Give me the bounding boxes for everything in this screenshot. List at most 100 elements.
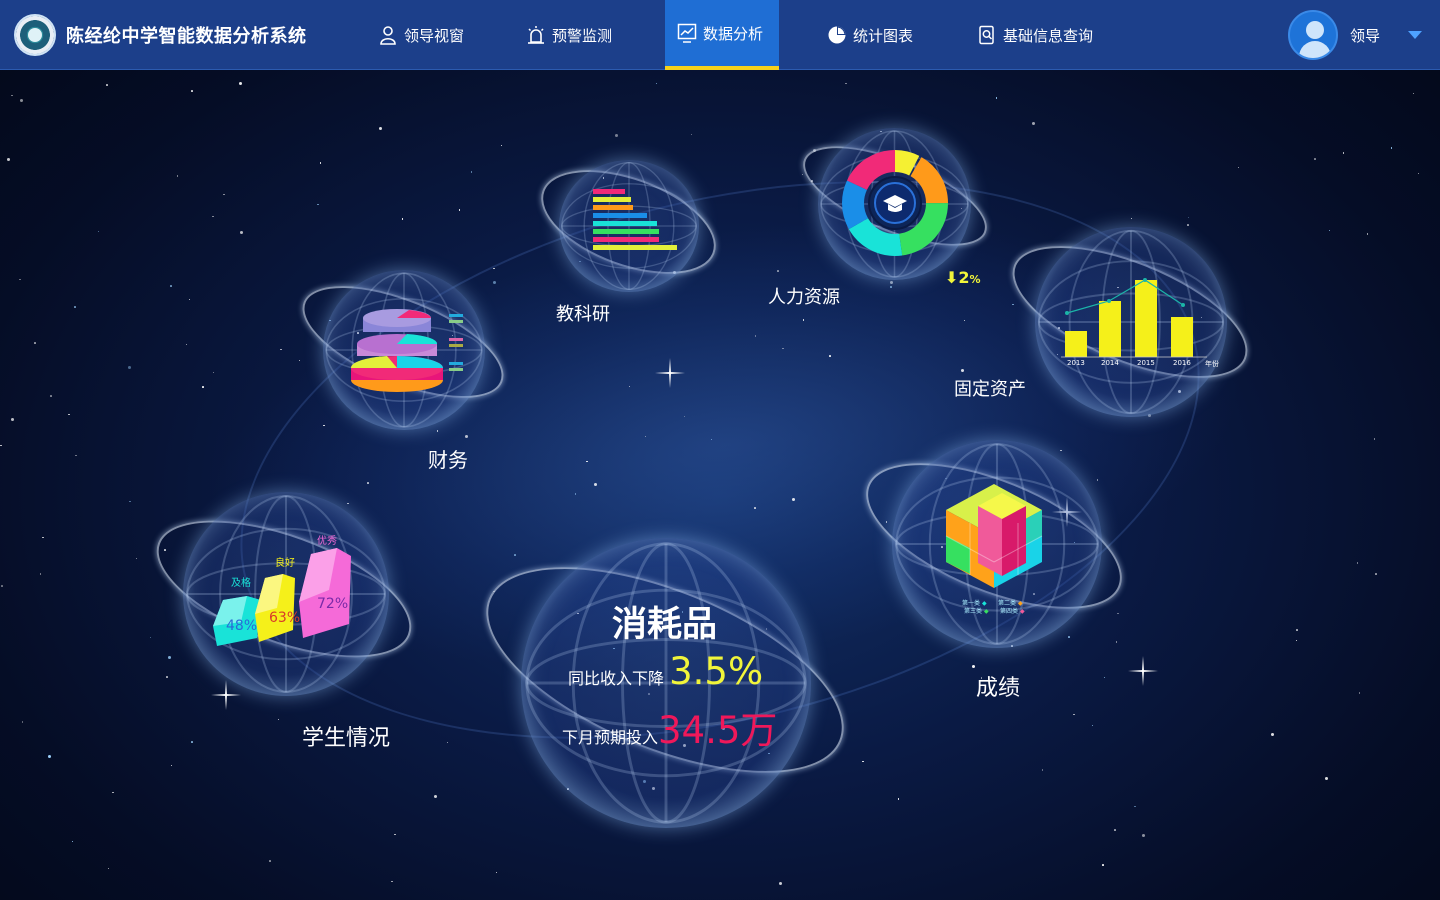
star — [1096, 479, 1099, 481]
nav-label: 领导视窗 — [404, 26, 465, 45]
star — [754, 335, 757, 337]
user-name: 领导 — [1350, 26, 1381, 45]
star — [845, 82, 847, 85]
star — [394, 833, 396, 836]
nav-leader-view[interactable]: 领导视窗 — [366, 0, 476, 70]
star — [239, 230, 243, 234]
asset-year-label: 2013 — [1067, 359, 1085, 367]
star — [1073, 713, 1075, 716]
finance-sphere[interactable] — [323, 270, 485, 430]
sparkle — [655, 358, 685, 388]
star — [1271, 733, 1275, 737]
star — [1134, 805, 1136, 808]
star — [48, 754, 52, 758]
analysis-icon — [677, 23, 697, 43]
star — [492, 280, 496, 284]
star — [323, 424, 325, 427]
star — [7, 157, 11, 161]
arrow-down-icon: ⬇ — [945, 268, 959, 287]
nav-label: 预警监测 — [552, 26, 613, 45]
tier-value: 72% — [317, 596, 349, 612]
tier-name: 及格 — [231, 578, 251, 589]
alarm-icon — [526, 25, 546, 45]
star — [212, 371, 215, 374]
consumables-next-month: 下月预期投入34.5万 — [562, 709, 778, 752]
star — [191, 90, 193, 92]
star — [897, 798, 900, 800]
sparkle — [211, 680, 241, 710]
star — [1114, 829, 1116, 831]
hr-label: 人力资源 — [768, 287, 840, 308]
star — [71, 840, 74, 843]
star — [176, 175, 179, 177]
user-menu[interactable]: 领导 — [1288, 10, 1423, 60]
hr-sphere[interactable] — [818, 128, 971, 280]
research-label: 教科研 — [556, 304, 610, 325]
star — [378, 126, 382, 130]
star — [1041, 769, 1044, 771]
star — [434, 795, 438, 799]
hr-change-indicator: ⬇2% — [945, 268, 981, 287]
star — [149, 636, 152, 639]
nav-warning-monitor[interactable]: 预警监测 — [514, 0, 624, 70]
tier-name: 优秀 — [317, 536, 337, 547]
chevron-down-icon[interactable] — [1408, 31, 1423, 39]
star — [129, 500, 131, 503]
nav-data-analysis[interactable]: 数据分析 — [665, 0, 779, 70]
asset-year-label: 2014 — [1101, 359, 1119, 367]
document-search-icon — [977, 25, 997, 45]
hr-donut-chart — [842, 150, 948, 256]
star — [754, 507, 756, 509]
star — [1375, 573, 1377, 575]
research-sphere[interactable] — [559, 160, 699, 292]
star — [212, 215, 214, 218]
star — [11, 94, 13, 97]
star — [167, 655, 171, 659]
asset-year-label: 2016 — [1173, 359, 1191, 367]
sparkle — [1128, 656, 1158, 686]
nav-label: 基础信息查询 — [1003, 26, 1094, 45]
grades-legend-item: 第三类 ◆ — [964, 608, 989, 615]
star — [277, 718, 280, 721]
star — [862, 760, 864, 763]
star — [1102, 864, 1104, 866]
asset-year-label: 2015 — [1137, 359, 1155, 367]
star — [1091, 724, 1094, 727]
star — [202, 386, 204, 388]
star — [628, 385, 631, 388]
grades-sphere[interactable]: 第一类 ◆ 第二类 ◆ 第三类 ◆ 第四类 ◆ — [892, 440, 1102, 648]
star — [39, 573, 42, 575]
tier-value: 63% — [269, 610, 301, 626]
star — [97, 230, 100, 233]
star — [74, 306, 76, 308]
grades-label: 成绩 — [976, 676, 1021, 701]
star — [112, 791, 114, 794]
star — [19, 278, 21, 281]
income-change-value: 3.5% — [669, 650, 764, 693]
star — [1187, 216, 1190, 219]
finance-label: 财务 — [428, 448, 468, 472]
assets-label: 固定资产 — [954, 379, 1026, 400]
assets-sphere[interactable]: 2013 2014 2015 2016 年份 — [1035, 227, 1227, 417]
nav-statistics-charts[interactable]: 统计图表 — [815, 0, 925, 70]
nav-label: 数据分析 — [703, 24, 764, 43]
star — [135, 557, 137, 559]
star — [446, 741, 449, 744]
star — [1, 585, 3, 587]
pie-chart-icon — [827, 25, 847, 45]
top-navigation-bar: 陈经纶中学智能数据分析系统 领导视窗 预警监测 数据分析 统计图表 基础信息查询… — [0, 0, 1440, 70]
star — [1373, 438, 1376, 440]
star — [223, 193, 225, 196]
nav-basic-info-query[interactable]: 基础信息查询 — [965, 0, 1105, 70]
star — [42, 536, 44, 539]
star — [34, 342, 36, 344]
star — [317, 203, 319, 206]
star — [1356, 562, 1359, 564]
star — [500, 144, 503, 146]
finance-stacked-pie-icon — [350, 309, 463, 392]
star — [779, 881, 783, 885]
star — [614, 134, 618, 138]
star — [191, 741, 193, 743]
students-sphere[interactable]: 及格 良好 优秀 48% 63% 72% — [183, 492, 389, 696]
star — [972, 665, 976, 669]
